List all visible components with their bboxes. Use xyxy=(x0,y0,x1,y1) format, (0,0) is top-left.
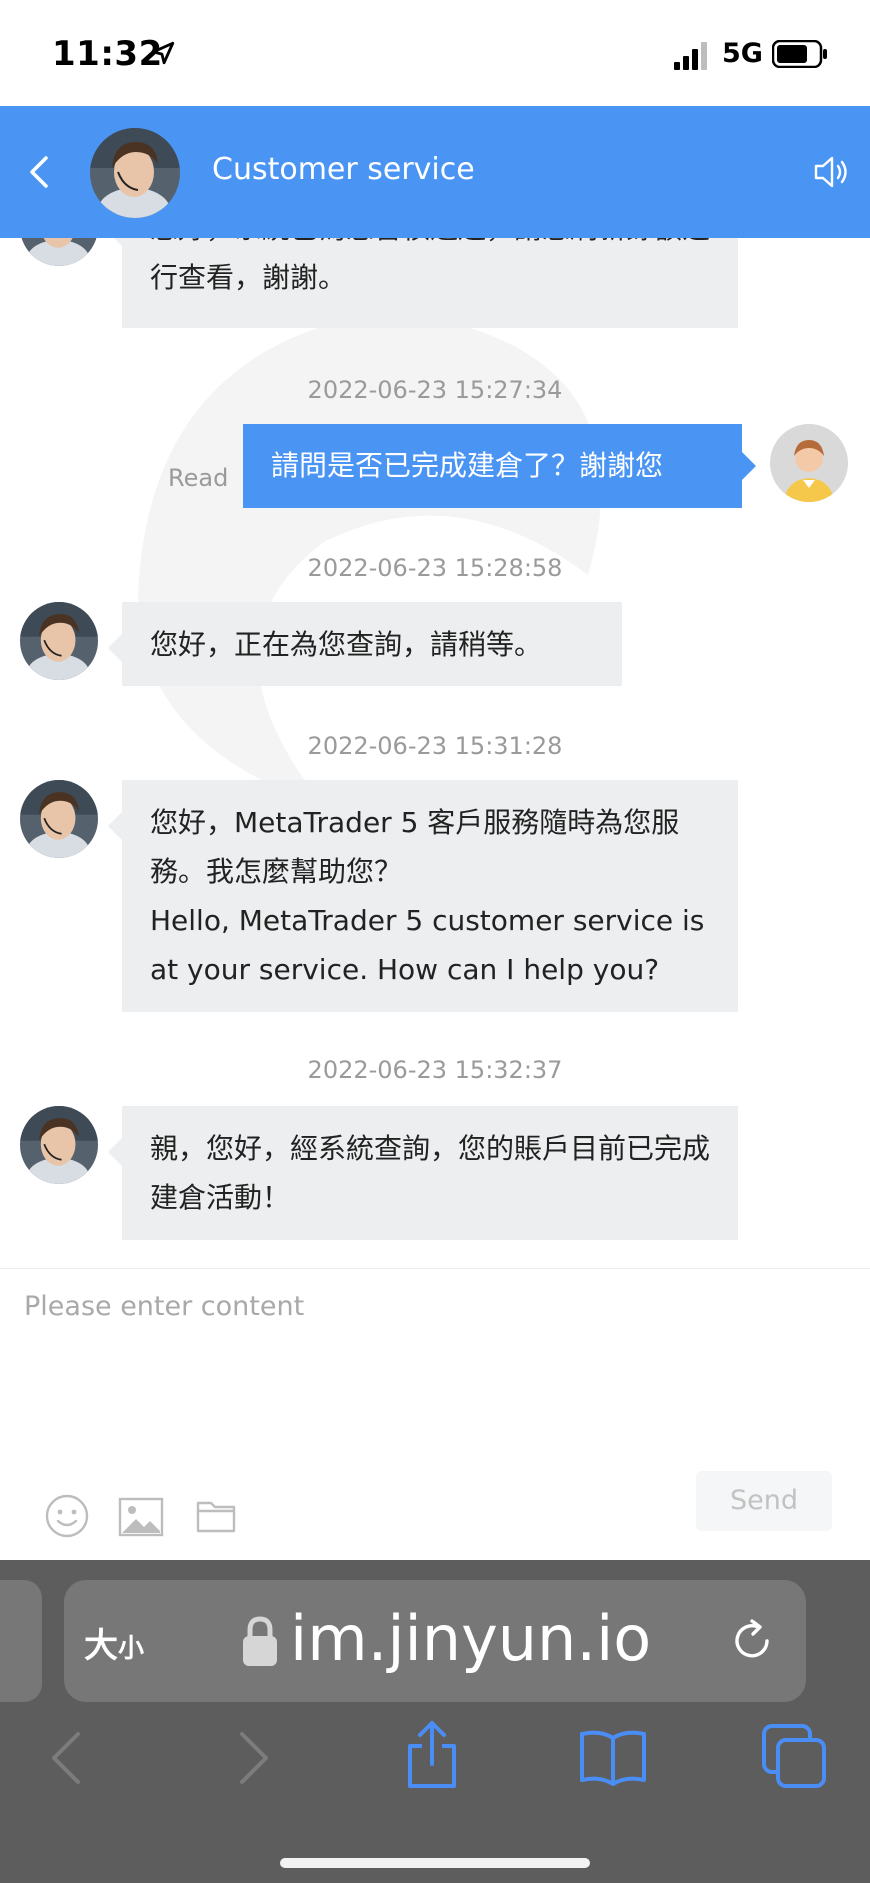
page-title: Customer service xyxy=(212,152,475,187)
status-time: 11:32 xyxy=(52,34,163,74)
signal-icon xyxy=(674,42,707,70)
back-chevron-icon[interactable] xyxy=(26,154,52,190)
agent-message-avatar xyxy=(20,780,98,858)
reload-icon[interactable] xyxy=(730,1618,776,1664)
message-text: 親，您好，經系統查詢，您的賬戶目前已完成建倉活動！ xyxy=(150,1132,711,1214)
chat-messages[interactable]: 您好，系統已為您審核通過，請您刷新餘額進行查看，謝謝。 2022-06-23 1… xyxy=(0,238,870,1268)
message-text: 您好，系統已為您審核通過，請您刷新餘額進行查看，謝謝。 xyxy=(150,238,710,294)
message-timestamp: 2022-06-23 15:31:28 xyxy=(307,732,563,760)
message-timestamp: 2022-06-23 15:28:58 xyxy=(307,554,563,582)
message-text: 請問是否已完成建倉了？謝謝您 xyxy=(271,449,664,482)
nav-back-icon[interactable] xyxy=(48,1730,84,1786)
folder-icon[interactable] xyxy=(196,1497,236,1533)
location-arrow-icon xyxy=(151,41,175,65)
agent-message: 您好，系統已為您審核通過，請您刷新餘額進行查看，謝謝。 xyxy=(108,238,738,328)
image-icon[interactable] xyxy=(118,1497,164,1537)
text-size-large: 大 xyxy=(84,1626,118,1666)
lock-icon xyxy=(243,1616,277,1666)
read-receipt: Read xyxy=(168,464,229,492)
tabs-icon[interactable] xyxy=(762,1724,826,1788)
text-size-button[interactable]: 大小 xyxy=(84,1618,144,1667)
agent-message: 您好，正在為您查詢，請稍等。 xyxy=(108,602,622,686)
agent-message: 親，您好，經系統查詢，您的賬戶目前已完成建倉活動！ xyxy=(108,1106,738,1240)
composer: Send xyxy=(0,1268,870,1561)
agent-message: 您好，MetaTrader 5 客戶服務隨時為您服務。我怎麼幫助您？ Hello… xyxy=(108,780,738,1012)
speaker-icon[interactable] xyxy=(812,154,850,190)
nav-forward-icon[interactable] xyxy=(236,1730,272,1786)
agent-message-avatar xyxy=(20,602,98,680)
user-avatar xyxy=(770,424,848,502)
message-timestamp: 2022-06-23 15:32:37 xyxy=(307,1056,563,1084)
previous-tab-peek[interactable] xyxy=(0,1580,42,1702)
battery-icon xyxy=(772,40,827,68)
message-text-zh: 您好，MetaTrader 5 客戶服務隨時為您服務。我怎麼幫助您？ xyxy=(150,806,680,888)
bookmarks-icon[interactable] xyxy=(578,1728,648,1786)
status-bar: 11:32 5G xyxy=(0,0,870,106)
agent-message-avatar xyxy=(20,238,98,266)
emoji-icon[interactable] xyxy=(44,1493,90,1539)
agent-message-avatar xyxy=(20,1106,98,1184)
message-text-en: Hello, MetaTrader 5 customer service is … xyxy=(150,904,705,986)
share-icon[interactable] xyxy=(404,1720,460,1790)
message-input[interactable] xyxy=(22,1283,846,1329)
user-message: 請問是否已完成建倉了？謝謝您 xyxy=(243,424,756,508)
message-text: 您好，正在為您查詢，請稍等。 xyxy=(150,628,543,661)
network-type: 5G xyxy=(722,38,763,69)
text-size-small: 小 xyxy=(118,1634,145,1664)
home-indicator[interactable] xyxy=(280,1858,590,1868)
send-button[interactable]: Send xyxy=(696,1471,832,1531)
address-bar[interactable]: 大小 im.jinyun.io xyxy=(64,1580,806,1702)
agent-avatar xyxy=(90,128,180,218)
url-text: im.jinyun.io xyxy=(290,1602,652,1675)
message-timestamp: 2022-06-23 15:27:34 xyxy=(307,376,563,404)
browser-toolbar: 大小 im.jinyun.io xyxy=(0,1560,870,1883)
chat-header: Customer service xyxy=(0,106,870,238)
